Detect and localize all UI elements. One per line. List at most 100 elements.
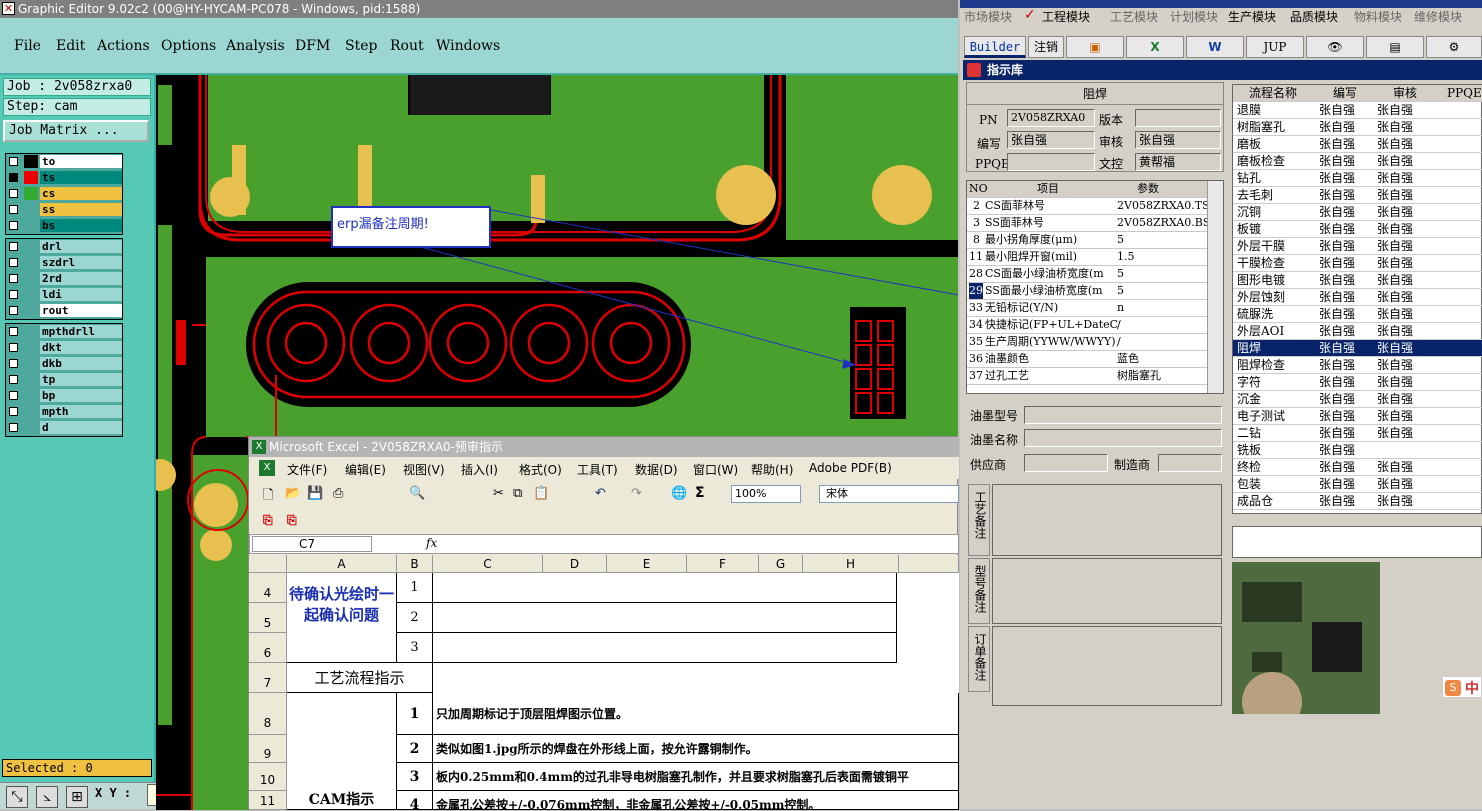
spreadsheet-grid[interactable]: A B C D E F G H 4 5 6 7 8 9 10 11 待确认光绘时… [249, 555, 959, 810]
layer-row[interactable]: bp [6, 388, 122, 404]
menu-step[interactable]: Step [345, 38, 377, 54]
flow-row[interactable]: 外层干膜 张自强 张自强 [1233, 238, 1482, 255]
author-field[interactable]: 张自强 [1007, 131, 1095, 149]
menu-actions[interactable]: Actions [97, 38, 150, 54]
layer-row[interactable]: szdrl [6, 255, 122, 271]
model-remark-field[interactable] [992, 558, 1222, 624]
flow-row[interactable]: 电子测试 张自强 张自强 [1233, 408, 1482, 425]
layer-checkbox[interactable] [9, 242, 18, 251]
flow-row[interactable]: 阻焊检查 张自强 张自强 [1233, 357, 1482, 374]
b-number-cell[interactable]: 1 [397, 573, 433, 603]
parameter-row[interactable]: 34 快捷标记(FP+UL+DateC / [967, 317, 1207, 334]
b-number-cell[interactable]: 3 [397, 633, 433, 663]
excel-menu-data[interactable]: 数据(D) [635, 461, 678, 478]
excel-menu-file[interactable]: 文件(F) [287, 461, 327, 478]
pn-field[interactable]: 2V058ZRXA0 [1007, 109, 1095, 127]
layer-checkbox[interactable] [9, 173, 18, 182]
excel-menu-insert[interactable]: 插入(I) [461, 461, 498, 478]
parameter-row[interactable]: 8 最小拐角厚度(μm) 5 [967, 232, 1207, 249]
ppqe-field[interactable] [1007, 153, 1095, 171]
undo-icon[interactable]: ↶ [595, 486, 606, 501]
param-value[interactable]: 5 [1117, 283, 1124, 299]
formula-input[interactable] [442, 536, 960, 552]
layer-row[interactable]: tp [6, 372, 122, 388]
menu-file[interactable]: File [14, 38, 41, 54]
excel-menu-tools[interactable]: 工具(T) [577, 461, 618, 478]
layer-row[interactable]: d [6, 420, 122, 436]
param-value[interactable]: 5 [1117, 232, 1124, 248]
tab-order-remark[interactable]: 订单备注 [968, 626, 990, 692]
flow-row[interactable]: 外层AOI 张自强 张自强 [1233, 323, 1482, 340]
excel-menu-format[interactable]: 格式(O) [519, 461, 562, 478]
row-header[interactable]: 5 [249, 603, 287, 633]
flow-row[interactable]: 干膜检查 张自强 张自强 [1233, 255, 1482, 272]
parameter-row[interactable]: 35 生产周期(YYWW/WWYY) / [967, 334, 1207, 351]
new-file-icon[interactable]: 🗋 [263, 486, 273, 508]
layer-checkbox[interactable] [9, 157, 18, 166]
input-cell[interactable] [433, 633, 897, 663]
row-header[interactable]: 7 [249, 663, 287, 693]
flow-row[interactable]: 板镀 张自强 张自强 [1233, 221, 1482, 238]
parameter-row[interactable]: 3 SS面菲林号 2V058ZRXA0.BS [967, 215, 1210, 232]
supplier-select[interactable] [1024, 454, 1108, 472]
param-value[interactable]: / [1117, 317, 1121, 333]
module-material[interactable]: 物料模块 [1354, 8, 1402, 25]
row-header[interactable]: 11 [249, 791, 287, 810]
layer-checkbox[interactable] [9, 327, 18, 336]
flow-row[interactable]: 铣板 张自强 [1233, 442, 1482, 459]
layer-row[interactable]: cs [6, 186, 122, 202]
flow-row[interactable]: 钻孔 张自强 张自强 [1233, 170, 1482, 187]
flow-row[interactable]: 退膜 张自强 张自强 [1233, 102, 1482, 119]
ink-name-field[interactable] [1024, 429, 1222, 447]
input-cell[interactable] [433, 573, 897, 603]
layer-checkbox[interactable] [9, 189, 18, 198]
column-header[interactable]: G [759, 555, 803, 573]
confirm-issues-cell[interactable]: 待确认光绘时一起确认问题 [287, 573, 397, 663]
corner-cell[interactable] [249, 555, 287, 573]
module-engineering[interactable]: 工程模块 [1042, 8, 1090, 25]
instruction-text[interactable]: 类似如图1.jpg所示的焊盘在外形线上面，按允许露铜制作。 [433, 735, 959, 763]
view-icon[interactable]: 👁 [1306, 36, 1364, 58]
instruction-text[interactable]: 金属孔公差按+/-0.076mm控制，非金属孔公差按+/-0.05mm控制。 [433, 791, 959, 810]
parameter-row[interactable]: 33 无铅标记(Y/N) n [967, 300, 1207, 317]
layer-checkbox[interactable] [9, 258, 18, 267]
flow-row[interactable]: 磨板检查 张自强 张自强 [1233, 153, 1482, 170]
flow-row[interactable]: 树脂塞孔 张自强 张自强 [1233, 119, 1482, 136]
flow-row[interactable]: 去毛刺 张自强 张自强 [1233, 187, 1482, 204]
flow-row[interactable]: 外层蚀刻 张自强 张自强 [1233, 289, 1482, 306]
layer-checkbox[interactable] [9, 306, 18, 315]
measure-icon[interactable]: ⦣ [36, 786, 58, 808]
pdf-convert-icon[interactable]: ⎘ [263, 513, 273, 528]
layer-row[interactable]: drl [6, 239, 122, 255]
paste-icon[interactable]: 📋 [533, 486, 549, 501]
tab-process-remark[interactable]: 工艺备注 [968, 484, 990, 556]
menu-dfm[interactable]: DFM [295, 38, 330, 54]
excel-menu-view[interactable]: 视图(V) [403, 461, 445, 478]
menu-options[interactable]: Options [161, 38, 216, 54]
instruction-number[interactable]: 4 [397, 791, 433, 810]
param-value[interactable]: 5 [1117, 266, 1124, 282]
row-header[interactable]: 9 [249, 735, 287, 763]
param-value[interactable]: 2V058ZRXA0.TS [1117, 198, 1210, 214]
excel-menu-adobe-pdf[interactable]: Adobe PDF(B) [809, 461, 892, 475]
flow-row[interactable]: 成品仓 张自强 张自强 [1233, 493, 1482, 510]
preview-icon[interactable]: 🔍 [409, 486, 425, 501]
module-process[interactable]: 工艺模块 [1110, 8, 1158, 25]
control-field[interactable]: 黄帮福 [1135, 153, 1221, 171]
param-value[interactable]: n [1117, 300, 1124, 316]
parameter-row[interactable]: 36 油墨颜色 蓝色 [967, 351, 1207, 368]
save-icon[interactable]: 💾 [307, 486, 323, 501]
column-header[interactable]: B [397, 555, 433, 573]
flow-note-field[interactable] [1232, 526, 1482, 558]
excel-menu-edit[interactable]: 编辑(E) [345, 461, 386, 478]
copy-icon[interactable]: ⧉ [513, 486, 522, 501]
input-cell[interactable] [433, 603, 897, 633]
instruction-number[interactable]: 1 [397, 693, 433, 735]
layer-row[interactable]: bs [6, 218, 122, 234]
param-value[interactable]: 蓝色 [1117, 351, 1139, 367]
menu-edit[interactable]: Edit [56, 38, 85, 54]
column-header[interactable]: H [803, 555, 899, 573]
layer-checkbox[interactable] [9, 359, 18, 368]
module-maintenance[interactable]: 维修模块 [1414, 8, 1462, 25]
layer-row[interactable]: mpthdrll [6, 324, 122, 340]
